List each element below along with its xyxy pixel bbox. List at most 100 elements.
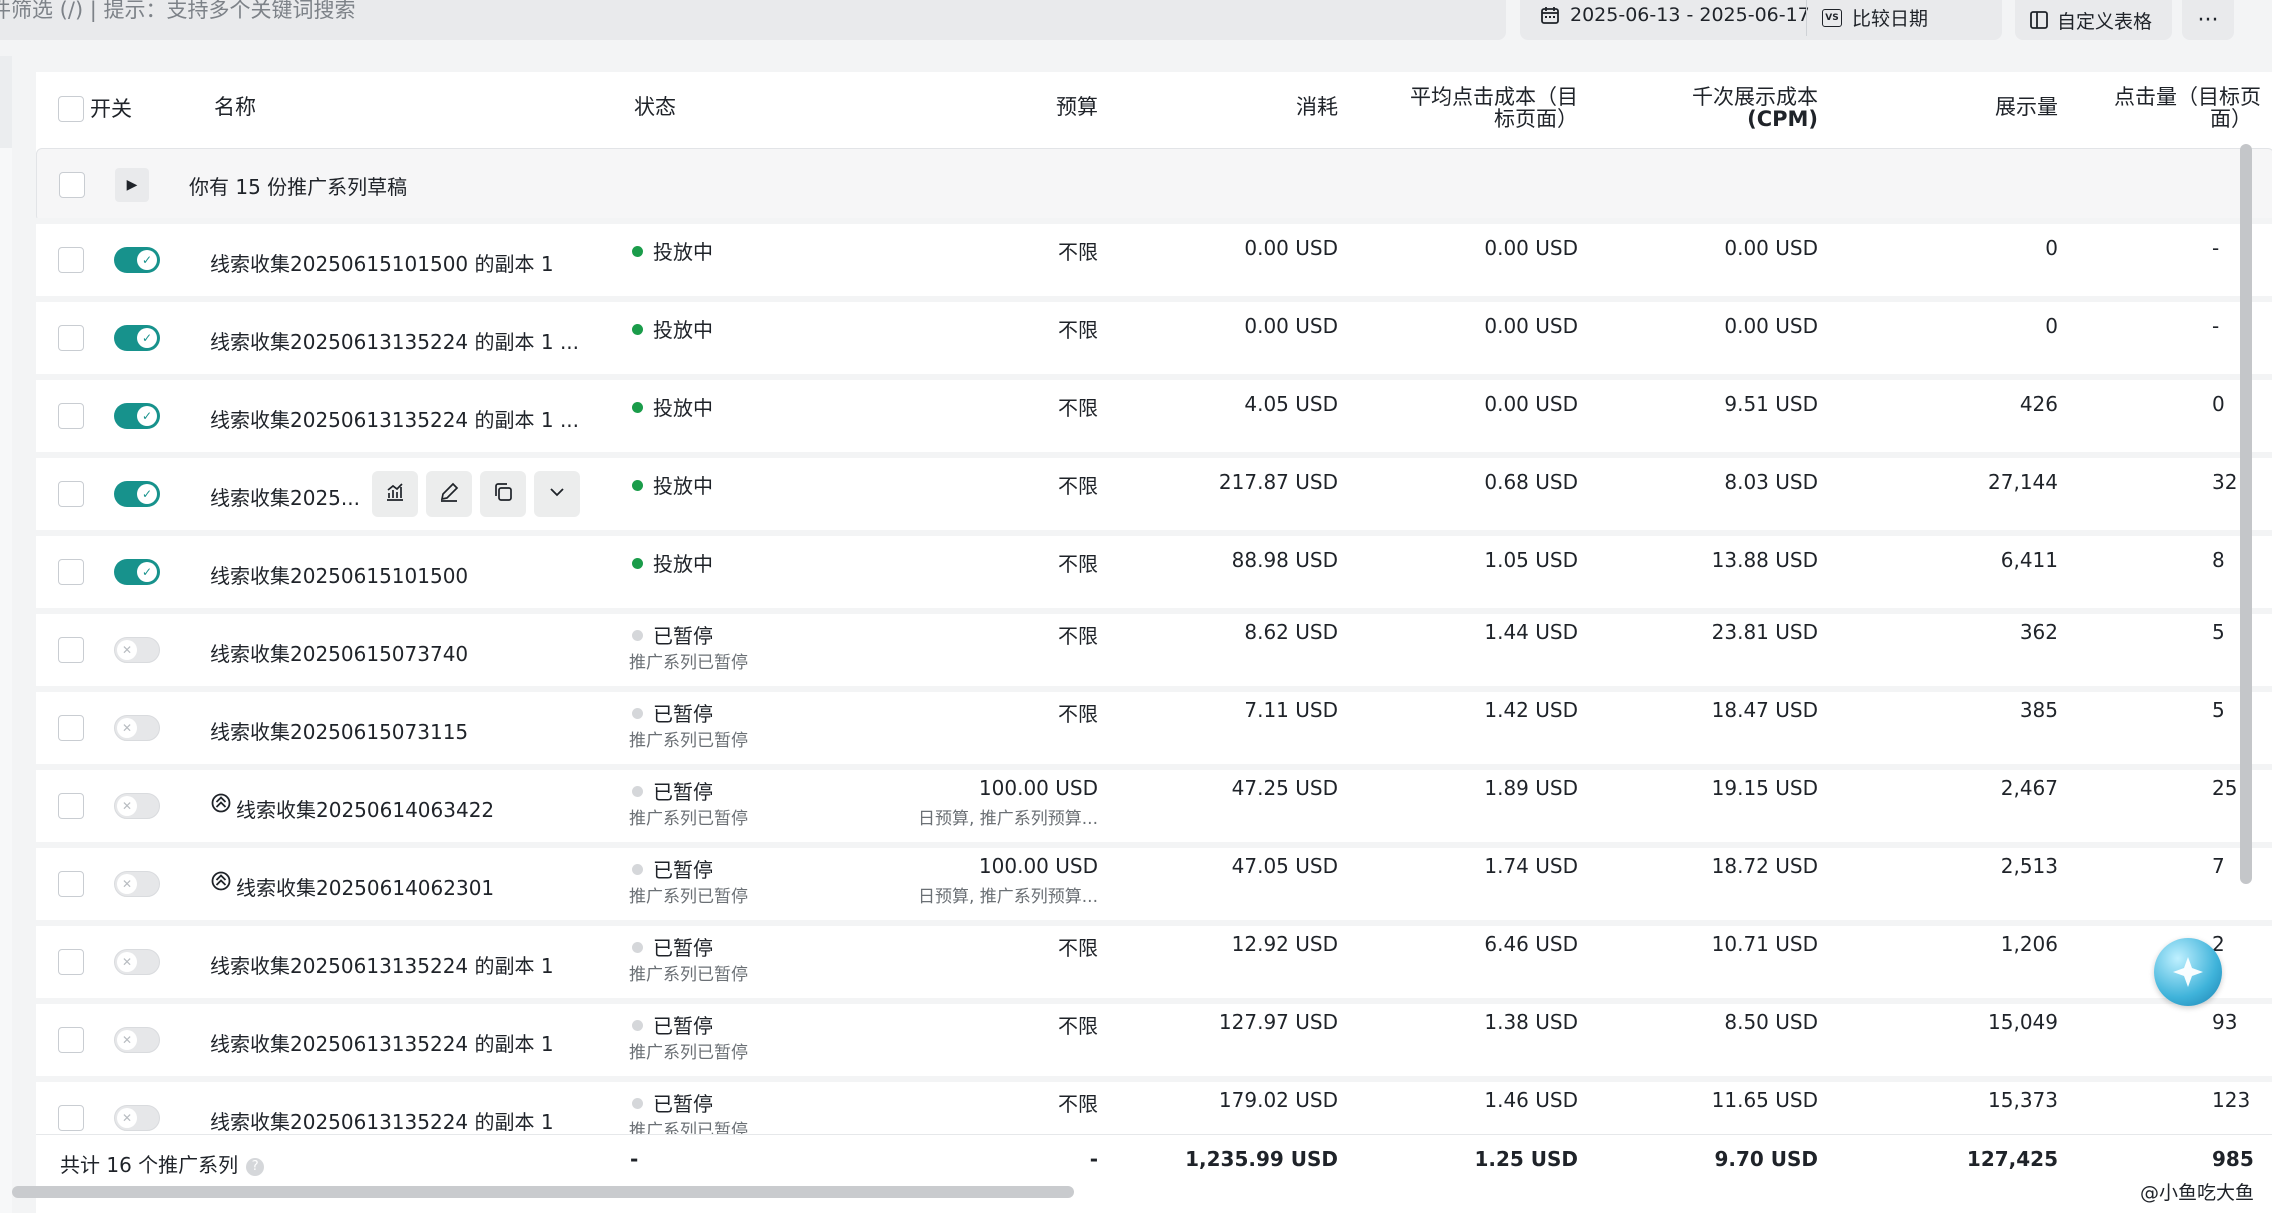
draft-checkbox[interactable] (59, 172, 85, 198)
clicks: 32 (2212, 470, 2238, 494)
cpc: 1.05 USD (1484, 548, 1578, 572)
campaign-toggle[interactable]: ✕ (114, 871, 160, 897)
table-row[interactable]: ✕ 线索收集20250613135224 的副本 1 已暂停 推广系列已暂停 不限 12.… (36, 926, 2272, 998)
campaign-name[interactable]: 线索收集2025... (210, 482, 360, 511)
table-row[interactable]: ✓ 线索收集20250615101500 投放中 不限 88.98 USD 1.05 US… (36, 536, 2272, 608)
campaign-name[interactable]: 线索收集20250615073740 (210, 638, 468, 667)
campaign-toggle[interactable]: ✓ (114, 559, 160, 585)
campaign-name[interactable]: 线索收集20250614063422 (236, 794, 494, 823)
row-checkbox[interactable] (58, 247, 84, 273)
cpm: 23.81 USD (1711, 620, 1818, 644)
chevron-down-icon (546, 481, 568, 507)
clicks: 7 (2212, 854, 2225, 878)
more-actions-button[interactable] (534, 471, 580, 517)
header-cpc[interactable]: 平均点击成本（目 标页面） (1336, 86, 1578, 130)
cpc: 0.00 USD (1484, 392, 1578, 416)
date-range-picker[interactable]: 2025-06-13 - 2025-06-17 (1540, 4, 1810, 26)
select-all-checkbox[interactable] (58, 96, 84, 122)
campaign-table: 开关 名称 状态 预算 消耗 平均点击成本（目 标页面） 千次展示成本 (CPM… (36, 72, 2272, 1213)
row-checkbox[interactable] (58, 637, 84, 663)
header-spend[interactable]: 消耗 (1156, 96, 1338, 118)
more-options-button[interactable]: ··· (2182, 0, 2234, 40)
clicks: 93 (2212, 1010, 2238, 1034)
spend: 217.87 USD (1218, 470, 1338, 494)
campaign-name[interactable]: 线索收集20250613135224 的副本 1 ... (210, 404, 579, 433)
status-dot (632, 708, 643, 719)
table-row[interactable]: ✓ 线索收集20250615101500 的副本 1 投放中 不限 0.00 USD 0.… (36, 224, 2272, 296)
header-clicks[interactable]: 点击量（目标页 面） (2114, 86, 2261, 130)
total-impressions: 127,425 (1966, 1147, 2058, 1171)
left-panel-edge-top (0, 56, 12, 148)
table-row[interactable]: ✕ 线索收集20250614062301 已暂停 推广系列已暂停 100.00 USD 日… (36, 848, 2272, 920)
compare-date-button[interactable]: VS 比较日期 (1822, 4, 1928, 31)
view-chart-button[interactable] (372, 471, 418, 517)
campaign-toggle[interactable]: ✕ (114, 715, 160, 741)
row-checkbox[interactable] (58, 403, 84, 429)
campaign-toggle[interactable]: ✓ (114, 481, 160, 507)
row-checkbox[interactable] (58, 1105, 84, 1131)
campaign-toggle[interactable]: ✕ (114, 793, 160, 819)
edit-button[interactable] (426, 471, 472, 517)
vertical-scrollbar[interactable] (2240, 144, 2252, 884)
campaign-toggle[interactable]: ✕ (114, 949, 160, 975)
help-icon[interactable]: ? (246, 1157, 265, 1176)
table-row[interactable]: ✓ 线索收集20250613135224 的副本 1 ... 投放中 不限 4.05 U… (36, 380, 2272, 452)
row-checkbox[interactable] (58, 559, 84, 585)
budget: 100.00 USD (978, 776, 1098, 800)
row-checkbox[interactable] (58, 481, 84, 507)
campaign-name[interactable]: 线索收集20250614062301 (236, 872, 494, 901)
campaign-name[interactable]: 线索收集20250615101500 的副本 1 (210, 248, 554, 277)
horizontal-scrollbar[interactable] (12, 1186, 1074, 1198)
duplicate-button[interactable] (480, 471, 526, 517)
campaign-toggle[interactable]: ✕ (114, 1105, 160, 1131)
search-filter-input[interactable]: 件筛选 (/) | 提示：支持多个关键词搜索 (0, 0, 1506, 40)
table-row[interactable]: ✓ 线索收集2025... 投放中 不限 217.87 USD 0.68 USD 8.03 … (36, 458, 2272, 530)
row-checkbox[interactable] (58, 793, 84, 819)
substatus: 推广系列已暂停 (629, 1043, 748, 1063)
table-row[interactable]: ✕ 线索收集20250615073740 已暂停 推广系列已暂停 不限 8.62 USD 1… (36, 614, 2272, 686)
campaign-name[interactable]: 线索收集20250615073115 (210, 716, 468, 745)
ai-assistant-button[interactable] (2154, 938, 2222, 1006)
row-checkbox[interactable] (58, 949, 84, 975)
header-status[interactable]: 状态 (634, 96, 676, 118)
campaign-name[interactable]: 线索收集20250613135224 的副本 1 (210, 950, 554, 979)
cpc: 1.46 USD (1484, 1088, 1578, 1112)
cpm: 18.47 USD (1711, 698, 1818, 722)
header-impressions[interactable]: 展示量 (1856, 96, 2058, 118)
row-checkbox[interactable] (58, 871, 84, 897)
campaign-name[interactable]: 线索收集20250613135224 的副本 1 ... (210, 326, 579, 355)
cpc: 0.00 USD (1484, 236, 1578, 260)
campaign-toggle[interactable]: ✓ (114, 247, 160, 273)
campaign-name[interactable]: 线索收集20250613135224 的副本 1 (210, 1028, 554, 1057)
campaign-name[interactable]: 线索收集20250613135224 的副本 1 (210, 1106, 554, 1135)
spend: 7.11 USD (1244, 698, 1338, 722)
table-row[interactable]: ✕ 线索收集20250613135224 的副本 1 已暂停 推广系列已暂停 不限 127… (36, 1004, 2272, 1076)
cpm: 8.50 USD (1724, 1010, 1818, 1034)
custom-table-button[interactable]: 自定义表格 (2015, 0, 2172, 40)
status-dot (632, 558, 643, 569)
spend: 47.25 USD (1231, 776, 1338, 800)
header-name[interactable]: 名称 (214, 96, 256, 118)
campaign-name[interactable]: 线索收集20250615101500 (210, 560, 468, 589)
campaign-toggle[interactable]: ✕ (114, 637, 160, 663)
table-row[interactable]: ✕ 线索收集20250614063422 已暂停 推广系列已暂停 100.00 USD 日… (36, 770, 2272, 842)
campaign-toggle[interactable]: ✓ (114, 325, 160, 351)
row-checkbox[interactable] (58, 715, 84, 741)
x-icon: ✕ (117, 1108, 137, 1128)
table-row[interactable]: ✓ 线索收集20250613135224 的副本 1 ... 投放中 不限 0.00 U… (36, 302, 2272, 374)
cpm: 19.15 USD (1711, 776, 1818, 800)
row-checkbox[interactable] (58, 325, 84, 351)
total-campaigns: 共计 16 个推广系列? (60, 1149, 265, 1178)
draft-summary-row[interactable]: ▶ 你有 15 份推广系列草稿 (36, 148, 2272, 222)
expand-drafts-button[interactable]: ▶ (115, 168, 149, 202)
campaign-toggle[interactable]: ✕ (114, 1027, 160, 1053)
campaign-toggle[interactable]: ✓ (114, 403, 160, 429)
budget: 不限 (1058, 318, 1098, 342)
header-budget[interactable]: 预算 (916, 96, 1098, 118)
x-icon: ✕ (117, 952, 137, 972)
table-row[interactable]: ✕ 线索收集20250615073115 已暂停 推广系列已暂停 不限 7.11 USD 1… (36, 692, 2272, 764)
impressions: 426 (2019, 392, 2058, 416)
header-cpm[interactable]: 千次展示成本 (CPM) (1576, 86, 1818, 130)
row-checkbox[interactable] (58, 1027, 84, 1053)
copy-icon (492, 481, 514, 507)
